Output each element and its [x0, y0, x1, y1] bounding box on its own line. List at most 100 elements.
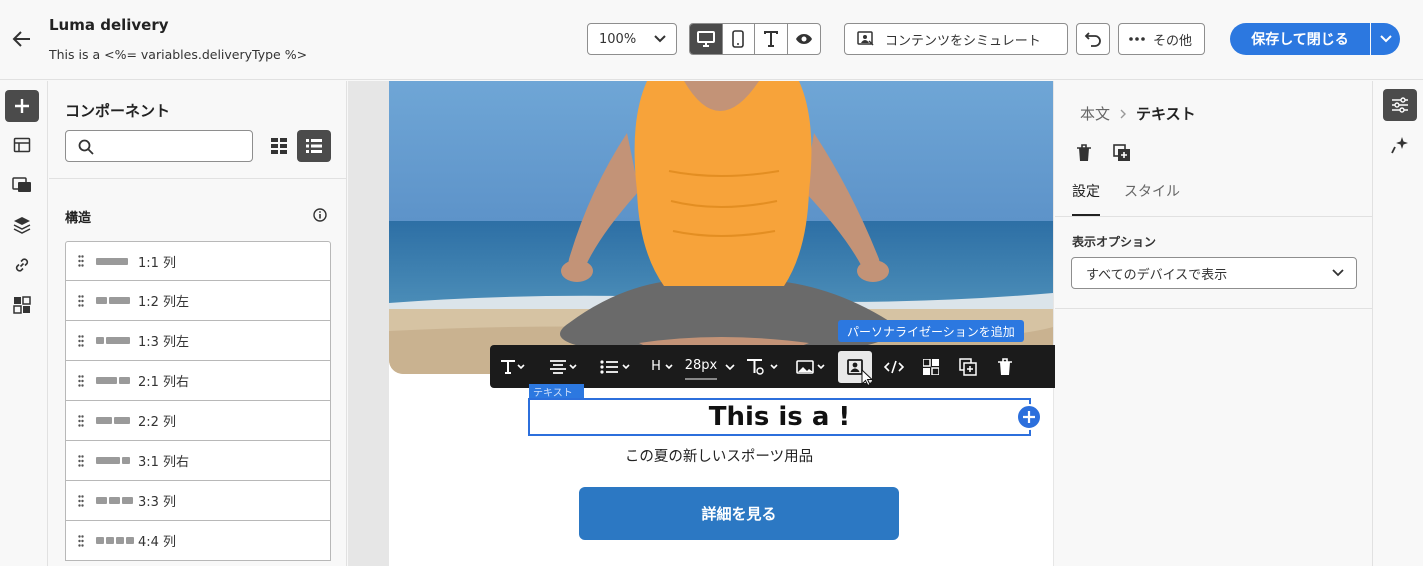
structure-item[interactable]: 2:1 列右 [65, 361, 331, 401]
device-view-toggle [689, 23, 821, 55]
tab-settings[interactable]: 設定 [1072, 181, 1100, 216]
template-icon [13, 137, 31, 153]
duplicate-button[interactable] [949, 345, 986, 388]
component-button[interactable] [912, 345, 949, 388]
drag-handle-icon[interactable] [66, 414, 96, 427]
text-view-button[interactable] [755, 24, 788, 54]
text-format-toolbar: H 28px [490, 345, 1072, 388]
search-input[interactable] [102, 137, 242, 155]
heading-button[interactable]: H [642, 345, 682, 388]
drag-handle-icon[interactable] [66, 454, 96, 467]
page-subtitle: This is a <%= variables.deliveryType %> [49, 47, 308, 62]
sparkle-icon [1391, 137, 1408, 154]
duplicate-icon [958, 357, 977, 376]
structure-item[interactable]: 1:2 列左 [65, 281, 331, 321]
more-button[interactable]: その他 [1118, 23, 1205, 55]
layers-button[interactable] [5, 209, 39, 241]
align-button[interactable] [538, 345, 590, 388]
preview-button[interactable] [788, 24, 820, 54]
sliders-icon [1392, 97, 1408, 113]
structure-item[interactable]: 2:2 列 [65, 401, 331, 441]
simulate-icon [857, 31, 874, 46]
body-text[interactable]: この夏の新しいスポーツ用品 [369, 445, 1069, 466]
structure-item[interactable]: 4:4 列 [65, 521, 331, 561]
text-style-button[interactable] [738, 345, 788, 388]
back-arrow-icon[interactable] [10, 27, 34, 51]
image-button[interactable] [788, 345, 834, 388]
structure-item[interactable]: 3:1 列右 [65, 441, 331, 481]
search-icon [78, 139, 94, 155]
drag-handle-icon[interactable] [66, 294, 96, 307]
drag-handle-icon[interactable] [66, 494, 96, 507]
delete-component-button[interactable] [1076, 143, 1092, 163]
list-view-button[interactable] [297, 130, 331, 162]
page-title: Luma delivery [49, 16, 169, 34]
properties-button[interactable] [1383, 89, 1417, 121]
chevron-down-icon [654, 35, 666, 43]
grid-view-button[interactable] [263, 130, 295, 162]
zoom-select[interactable]: 100% [587, 23, 677, 55]
add-block-button[interactable] [1016, 404, 1042, 430]
chevron-down-icon [1379, 35, 1392, 43]
structure-list: 1:1 列 1:2 列左 1:3 列左 2:1 列右 2:2 列 3:1 列右 3:3 列 4… [65, 241, 331, 561]
component-search[interactable] [65, 130, 253, 162]
column-layout-icon [96, 537, 138, 544]
chevron-down-icon [665, 363, 673, 369]
fragments-icon [13, 296, 31, 314]
grid-view-icon [271, 138, 287, 154]
assets-button[interactable] [5, 169, 39, 201]
fragments-button[interactable] [5, 289, 39, 321]
info-icon[interactable] [313, 207, 327, 226]
display-options-label: 表示オプション [1072, 235, 1157, 249]
mobile-view-button[interactable] [723, 24, 755, 54]
duplicate-component-button[interactable] [1111, 143, 1133, 163]
selected-block-label: テキスト [529, 384, 584, 399]
align-center-icon [550, 359, 577, 374]
undo-icon [1084, 32, 1101, 47]
structure-item[interactable]: 1:3 列左 [65, 321, 331, 361]
drag-handle-icon[interactable] [66, 334, 96, 347]
desktop-view-button[interactable] [690, 24, 723, 54]
editor-canvas: H 28px パーソナライゼーションを追加 テキスト This is a ! こ… [348, 81, 1072, 566]
components-title: コンポーネント [65, 102, 171, 120]
chevron-down-icon [725, 363, 735, 370]
font-size-select[interactable]: 28px [682, 345, 738, 388]
drag-handle-icon[interactable] [66, 534, 96, 547]
breadcrumb-parent[interactable]: 本文 [1080, 103, 1110, 124]
right-rail [1374, 81, 1423, 566]
drag-handle-icon[interactable] [66, 374, 96, 387]
structure-item[interactable]: 1:1 列 [65, 241, 331, 281]
layers-icon [13, 217, 31, 234]
tab-style[interactable]: スタイル [1124, 181, 1180, 216]
code-button[interactable] [876, 345, 912, 388]
trash-icon [997, 357, 1012, 375]
display-options-select[interactable]: すべてのデバイスで表示 [1071, 257, 1357, 289]
list-view-icon [306, 139, 322, 153]
drag-handle-icon[interactable] [66, 255, 96, 267]
duplicate-icon [1113, 144, 1130, 161]
fragments-icon [922, 358, 939, 375]
save-options-button[interactable] [1371, 23, 1400, 55]
add-components-button[interactable] [5, 90, 39, 122]
column-layout-icon [96, 457, 138, 464]
font-size-value: 28px [684, 354, 718, 380]
links-button[interactable] [5, 249, 39, 281]
personalization-tooltip: パーソナライゼーションを追加 [838, 320, 1024, 342]
simulate-content-button[interactable]: コンテンツをシミュレート [844, 23, 1068, 55]
text-type-button[interactable] [490, 345, 538, 388]
template-button[interactable] [5, 129, 39, 161]
save-close-button[interactable]: 保存して閉じる [1230, 23, 1370, 55]
ai-assistant-button[interactable] [1383, 129, 1417, 161]
structure-item[interactable]: 3:3 列 [65, 481, 331, 521]
list-button[interactable] [590, 345, 642, 388]
structure-label: 3:1 列右 [138, 455, 190, 470]
image-icon [796, 359, 825, 374]
more-icon [1129, 37, 1145, 41]
delete-button[interactable] [986, 345, 1023, 388]
cta-button[interactable]: 詳細を見る [579, 487, 899, 540]
breadcrumb-current: テキスト [1136, 105, 1196, 123]
undo-button[interactable] [1076, 23, 1110, 55]
heading-text-block[interactable]: This is a ! [528, 398, 1031, 436]
trash-icon [1077, 144, 1091, 161]
text-style-icon [747, 358, 778, 375]
